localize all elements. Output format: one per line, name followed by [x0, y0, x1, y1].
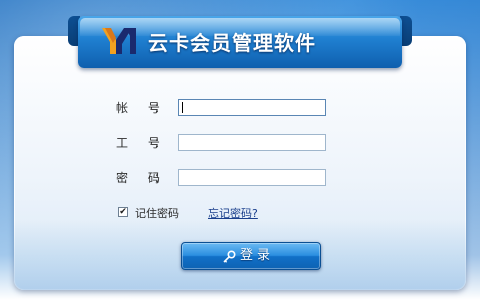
login-button-label: 登录 — [240, 248, 275, 263]
app-title: 云卡会员管理软件 — [148, 31, 316, 55]
login-button[interactable]: 登录 — [181, 242, 321, 270]
account-input[interactable] — [178, 99, 326, 116]
password-input[interactable] — [178, 169, 326, 186]
app-logo — [102, 26, 138, 56]
key-icon — [222, 249, 236, 263]
password-colon: ： — [154, 171, 167, 185]
remember-password-checkbox[interactable]: ✔ — [118, 207, 128, 217]
text-caret — [182, 102, 183, 113]
job-no-colon: ： — [154, 136, 167, 150]
account-colon: ： — [154, 101, 167, 115]
job-no-input[interactable] — [178, 134, 326, 151]
forgot-password-link[interactable]: 忘记密码? — [208, 205, 258, 221]
remember-password-label[interactable]: 记住密码 — [135, 205, 179, 221]
